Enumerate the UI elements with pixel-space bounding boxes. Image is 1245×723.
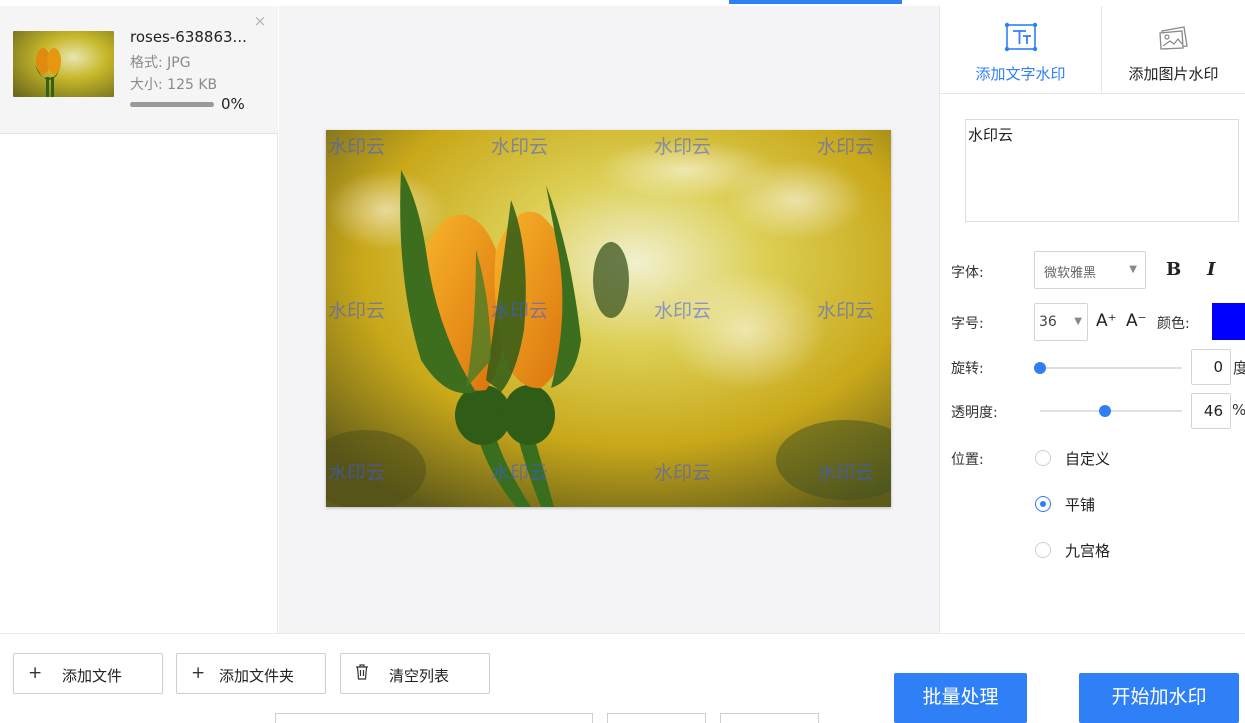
rotate-slider-handle[interactable] [1034,362,1046,374]
color-label: 颜色: [1157,316,1190,332]
opacity-unit: % [1232,401,1245,419]
trash-icon [355,664,369,684]
watermark-tile: 水印云 [491,462,549,484]
position-tile-label[interactable]: 平铺 [1065,494,1095,515]
position-grid-label[interactable]: 九宫格 [1065,540,1110,561]
rotate-slider[interactable] [1034,362,1182,374]
file-progress-fill [130,102,214,107]
remove-file-icon[interactable]: × [253,14,267,29]
position-tile-radio[interactable] [1035,496,1051,512]
position-custom-radio[interactable] [1035,450,1051,466]
watermark-tile: 水印云 [491,300,549,322]
start-watermark-button[interactable]: 开始加水印 [1079,673,1239,723]
increase-font-size-button[interactable]: A⁺ [1096,311,1117,331]
tab-add-text-watermark-label: 添加文字水印 [975,65,1066,83]
rotate-unit: 度 [1233,359,1245,377]
opacity-slider[interactable] [1040,405,1182,417]
plus-icon: + [28,663,43,683]
rotate-input[interactable]: 0 [1191,349,1231,385]
font-label: 字体: [951,265,984,281]
open-folder-button[interactable] [720,713,819,723]
tab-add-image-watermark[interactable]: 添加图片水印 [1101,6,1245,94]
position-custom-label[interactable]: 自定义 [1065,448,1110,469]
text-watermark-icon [1004,22,1037,52]
active-tab-indicator [729,0,902,4]
plus-icon: + [191,663,206,683]
settings-panel [939,6,1245,633]
color-picker[interactable] [1212,303,1245,340]
rotate-label: 旋转: [951,361,984,377]
image-watermark-icon [1158,26,1188,50]
position-label: 位置: [951,452,984,468]
output-path-field[interactable] [275,713,593,723]
add-file-label: 添加文件 [62,667,123,685]
watermark-tile: 水印云 [654,300,712,322]
file-format: 格式: JPG [130,55,191,71]
file-progress-text: 0% [221,95,245,113]
font-size-select[interactable]: 36 ▼ [1034,303,1088,341]
watermark-text-input[interactable]: 水印云 [965,119,1239,222]
decrease-font-size-button[interactable]: A⁻ [1126,311,1147,331]
add-folder-label: 添加文件夹 [219,667,295,685]
watermark-tile: 水印云 [328,300,386,322]
file-progress-bar [130,102,214,107]
file-name: roses-638863... [130,28,247,46]
tab-add-text-watermark[interactable]: 添加文字水印 [940,6,1101,94]
watermark-tile: 水印云 [654,462,712,484]
add-folder-button[interactable]: + 添加文件夹 [176,653,326,694]
file-thumbnail [13,31,114,97]
clear-list-button[interactable]: 清空列表 [340,653,490,694]
batch-process-button[interactable]: 批量处理 [894,673,1027,723]
watermark-tile: 水印云 [817,300,875,322]
font-size-label: 字号: [951,316,984,332]
position-grid-radio[interactable] [1035,542,1051,558]
italic-button[interactable]: I [1207,259,1215,280]
opacity-input[interactable]: 46 [1191,393,1231,429]
file-size: 大小: 125 KB [130,77,218,93]
watermark-tile: 水印云 [328,136,386,158]
browse-button[interactable] [607,713,706,723]
watermark-tile: 水印云 [817,462,875,484]
chevron-down-icon: ▼ [1074,316,1082,327]
font-select[interactable]: 微软雅黑 ▼ [1034,251,1146,289]
tab-add-image-watermark-label: 添加图片水印 [1128,65,1219,83]
font-size-value: 36 [1039,314,1057,330]
watermark-tile: 水印云 [328,462,386,484]
watermark-tile: 水印云 [817,136,875,158]
bold-button[interactable]: B [1166,259,1181,280]
chevron-down-icon: ▼ [1129,264,1137,275]
watermark-tile: 水印云 [654,136,712,158]
image-preview: 水印云 水印云 水印云 水印云 水印云 水印云 水印云 水印云 水印云 水印云 水印云 水印云 [326,130,891,507]
clear-list-label: 清空列表 [389,667,450,685]
font-select-value: 微软雅黑 [1044,266,1097,281]
opacity-label: 透明度: [951,405,998,421]
watermark-tile: 水印云 [491,136,549,158]
add-file-button[interactable]: + 添加文件 [13,653,163,694]
